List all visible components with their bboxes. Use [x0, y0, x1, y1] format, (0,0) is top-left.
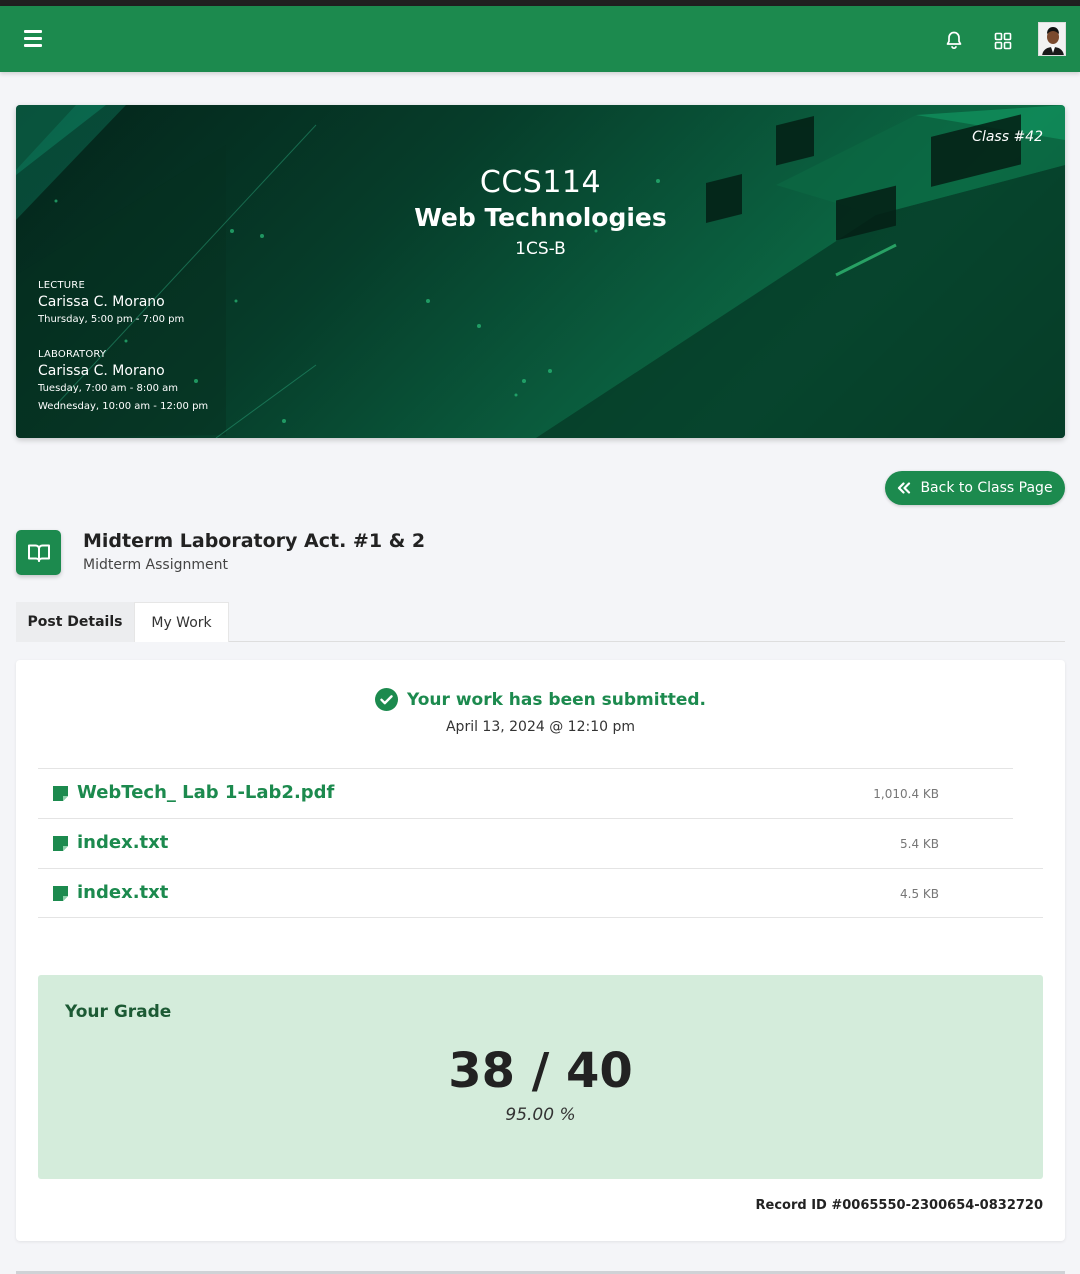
lecture-label: LECTURE — [38, 280, 85, 291]
grade-percent: 95.00 % — [505, 1105, 576, 1125]
file-name[interactable]: WebTech_ Lab 1-Lab2.pdf — [77, 782, 334, 803]
course-section: 1CS-B — [515, 239, 566, 259]
back-to-class-label: Back to Class Page — [920, 480, 1053, 496]
laboratory-instructor: Carissa C. Morano — [38, 363, 165, 379]
file-size: 4.5 KB — [900, 887, 939, 901]
submission-status: Your work has been submitted. April 13, … — [16, 688, 1065, 735]
check-circle-icon — [374, 688, 398, 711]
post-title: Midterm Laboratory Act. #1 & 2 — [83, 530, 426, 552]
laboratory-label: LABORATORY — [38, 349, 107, 360]
course-banner: Class #42 CCS114 Web Technologies 1CS-B … — [16, 105, 1065, 438]
tab-post-details[interactable]: Post Details — [16, 602, 134, 642]
file-row[interactable]: index.txt 5.4 KB — [38, 818, 1013, 868]
file-icon — [53, 886, 68, 901]
grade-score: 38 / 40 — [448, 1043, 633, 1099]
file-icon — [53, 836, 68, 851]
submission-status-text: Your work has been submitted. — [406, 689, 707, 710]
double-chevron-left-icon — [898, 482, 911, 494]
lecture-schedule: LECTURE Carissa C. Morano Thursday, 5:00… — [38, 280, 184, 325]
post-tabs: Post Details My Work — [16, 602, 1065, 642]
laboratory-time-2: Wednesday, 10:00 am - 12:00 pm — [38, 401, 209, 412]
laboratory-time-1: Tuesday, 7:00 am - 8:00 am — [38, 383, 179, 394]
file-name[interactable]: index.txt — [77, 832, 168, 853]
laboratory-schedule: LABORATORY Carissa C. Morano Tuesday, 7:… — [38, 349, 208, 412]
submitted-files-list: WebTech_ Lab 1-Lab2.pdf 1,010.4 KB index… — [38, 768, 1043, 918]
post-subtitle: Midterm Assignment — [83, 557, 228, 573]
top-navbar — [0, 6, 1080, 72]
hamburger-icon[interactable] — [24, 30, 42, 48]
bell-icon[interactable] — [944, 30, 964, 50]
lecture-time: Thursday, 5:00 pm - 7:00 pm — [38, 314, 185, 325]
submission-date: April 13, 2024 @ 12:10 pm — [445, 719, 635, 735]
my-work-card: Your work has been submitted. April 13, … — [16, 660, 1065, 1241]
grade-panel: Your Grade 38 / 40 95.00 % — [38, 975, 1043, 1179]
file-row[interactable]: WebTech_ Lab 1-Lab2.pdf 1,010.4 KB — [38, 768, 1013, 818]
lecture-instructor: Carissa C. Morano — [38, 294, 165, 310]
class-number: Class #42 — [972, 129, 1043, 145]
course-code: CCS114 — [479, 165, 602, 200]
file-name[interactable]: index.txt — [77, 882, 168, 903]
file-size: 5.4 KB — [900, 837, 939, 851]
record-id: Record ID #0065550-2300654-0832720 — [755, 1198, 1044, 1213]
tab-my-work[interactable]: My Work — [134, 602, 229, 642]
apps-grid-icon[interactable] — [994, 32, 1012, 50]
grade-label: Your Grade — [65, 1002, 172, 1022]
file-icon — [53, 786, 68, 801]
course-name: Web Technologies — [414, 203, 667, 232]
back-to-class-button[interactable]: Back to Class Page — [885, 471, 1065, 505]
file-row[interactable]: index.txt 4.5 KB — [38, 868, 1043, 918]
user-avatar[interactable] — [1038, 22, 1066, 56]
open-book-icon — [16, 530, 61, 575]
file-size: 1,010.4 KB — [873, 787, 939, 801]
